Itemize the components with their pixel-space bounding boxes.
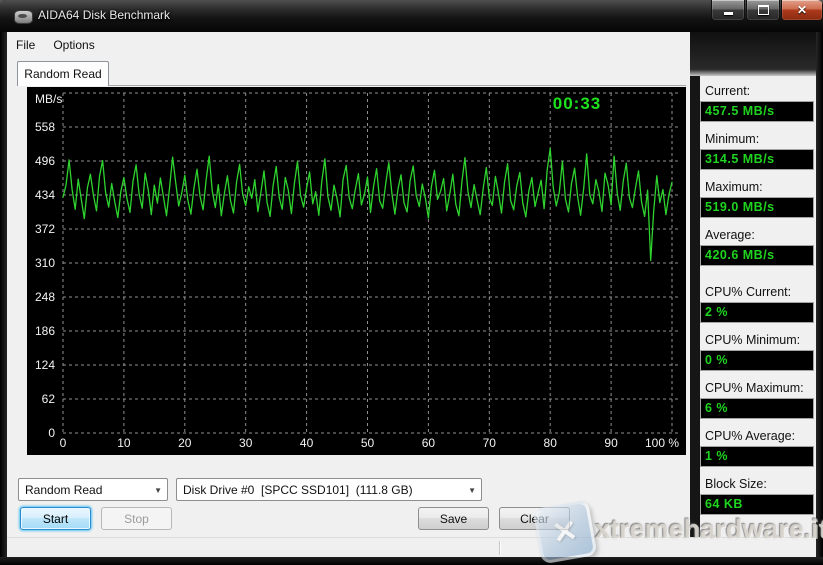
stat-label-cpu-average: CPU% Average: [705,429,795,443]
maximize-icon [758,5,769,15]
benchmark-type-select[interactable]: Random Read ▼ [18,478,168,501]
stat-value-maximum: 519.0 MB/s [700,197,814,218]
stat-value-average: 420.6 MB/s [700,245,814,266]
stat-label-cpu-current: CPU% Current: [705,285,791,299]
status-bar-separator [499,541,500,555]
titlebar[interactable]: AIDA64 Disk Benchmark ✕ [0,0,823,32]
titlebar-right-extension [690,32,816,76]
disk-drive-value: Disk Drive #0 [SPCC SSD101] (111.8 GB) [177,483,413,497]
svg-text:0: 0 [60,436,67,450]
window-controls: ✕ [711,0,823,21]
close-icon: ✕ [797,3,807,17]
svg-text:90: 90 [604,436,618,450]
close-button[interactable]: ✕ [781,0,823,21]
menu-file[interactable]: File [7,35,44,55]
stat-value-cpu-average: 1 % [700,446,814,467]
stat-value-cpu-maximum: 6 % [700,398,814,419]
tab-random-read[interactable]: Random Read [17,61,109,86]
stat-label-average: Average: [705,228,755,242]
app-disk-icon [14,10,33,24]
svg-text:0: 0 [48,426,55,440]
svg-text:372: 372 [35,222,55,236]
benchmark-chart: 0 62 124 186 248 310 372 434 496 558 0 10 20 30 40 50 60… [27,87,686,455]
menubar: File Options [7,33,690,56]
svg-text:496: 496 [35,154,55,168]
chevron-down-icon: ▼ [468,486,476,495]
svg-text:186: 186 [35,324,55,338]
minimize-icon [724,12,733,15]
svg-text:434: 434 [35,188,55,202]
disk-drive-select[interactable]: Disk Drive #0 [SPCC SSD101] (111.8 GB) ▼ [176,478,482,501]
svg-text:100 %: 100 % [645,436,679,450]
minimize-button[interactable] [711,0,745,21]
stat-value-minimum: 314.5 MB/s [700,149,814,170]
maximize-button[interactable] [746,0,780,21]
stat-value-cpu-minimum: 0 % [700,350,814,371]
svg-text:50: 50 [361,436,375,450]
window-border-bottom [0,557,823,565]
svg-text:558: 558 [35,120,55,134]
window-border-right [816,32,823,565]
chevron-down-icon: ▼ [154,486,162,495]
benchmark-type-value: Random Read [19,483,102,497]
aida64-disk-benchmark-window: AIDA64 Disk Benchmark ✕ File Options Ran… [0,0,823,565]
svg-text:30: 30 [239,436,253,450]
window-border-left [0,32,7,565]
elapsed-time-readout: 00:33 [527,94,627,114]
svg-text:124: 124 [35,358,55,372]
menu-options[interactable]: Options [44,35,103,55]
svg-text:20: 20 [178,436,192,450]
stat-label-cpu-minimum: CPU% Minimum: [705,333,800,347]
stat-label-block-size: Block Size: [705,477,767,491]
benchmark-chart-svg: 0 62 124 186 248 310 372 434 496 558 0 10 20 30 40 50 60… [27,87,686,455]
clear-button[interactable]: Clear [499,507,570,530]
svg-text:62: 62 [42,392,56,406]
window-title: AIDA64 Disk Benchmark [38,8,170,22]
chart-y-axis-unit-label: MB/s [35,92,62,106]
stat-value-current: 457.5 MB/s [700,101,814,122]
stat-label-current: Current: [705,84,750,98]
stat-label-minimum: Minimum: [705,132,759,146]
stop-button[interactable]: Stop [101,507,172,530]
svg-text:70: 70 [483,436,497,450]
svg-text:10: 10 [117,436,131,450]
stat-label-maximum: Maximum: [705,180,763,194]
svg-text:310: 310 [35,256,55,270]
svg-text:248: 248 [35,290,55,304]
save-button[interactable]: Save [418,507,489,530]
start-button[interactable]: Start [20,507,91,530]
panel-divider-groove [690,76,700,537]
stat-value-block-size: 64 KB [700,494,814,515]
stat-value-cpu-current: 2 % [700,302,814,323]
stat-label-cpu-maximum: CPU% Maximum: [705,381,804,395]
svg-text:60: 60 [422,436,436,450]
svg-text:80: 80 [544,436,558,450]
status-bar [7,537,816,557]
svg-text:40: 40 [300,436,314,450]
tab-page-border [17,85,686,86]
